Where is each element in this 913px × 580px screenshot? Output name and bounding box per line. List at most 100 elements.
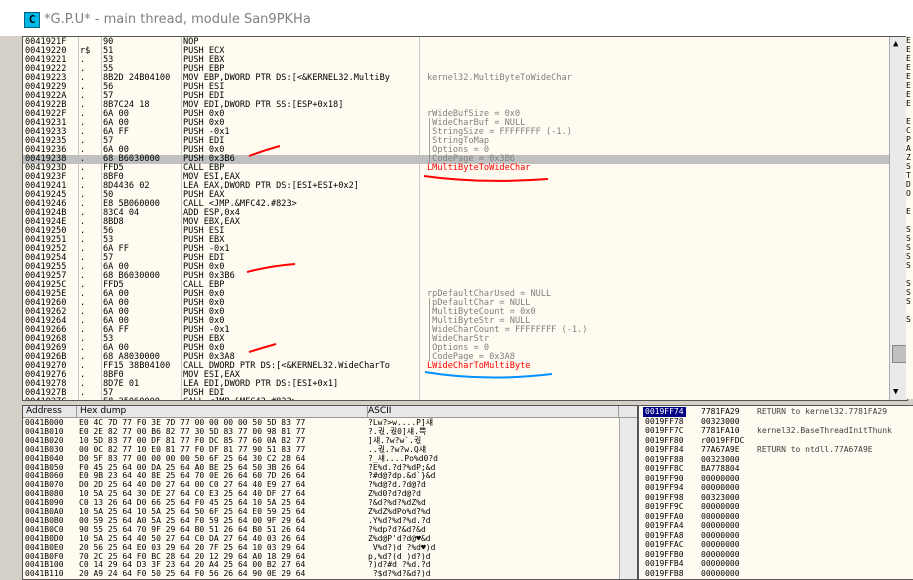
- disassembly-row[interactable]: 00419252. 6A FF PUSH -0x1: [23, 245, 889, 254]
- dump-hex-cell: 00 59 25 64 A0 5A 25 64 F0 59 25 64 00 9…: [79, 515, 306, 525]
- disassembly-row[interactable]: 00419270. FF15 38B04100 CALL DWORD PTR DS:…: [23, 362, 889, 371]
- disassembly-row[interactable]: 00419254. 57 PUSH EDI: [23, 254, 889, 263]
- disassembly-row[interactable]: 00419220 r$ 51 PUSH ECX: [23, 47, 889, 56]
- stack-address-cell: 0019FFAC: [645, 540, 684, 549]
- register-label: S: [906, 315, 911, 324]
- disassembly-row[interactable]: 0041927C. E8 25060000 CALL <JMP.&MFC42.#82…: [23, 398, 889, 401]
- dump-hex-cell: C0 14 29 64 D3 3F 23 64 20 A4 25 64 00 B…: [79, 560, 306, 570]
- stack-address-cell: 0019FFA4: [645, 521, 684, 530]
- stack-row[interactable]: 0019FFA8 00000000: [639, 531, 913, 541]
- dump-address-cell: 0041B060: [25, 471, 64, 481]
- stack-row[interactable]: 0019FFAC 00000000: [639, 540, 913, 550]
- disassembly-row[interactable]: 00419276. 8BF0 MOV ESI,EAX: [23, 371, 889, 380]
- register-label: [906, 198, 913, 207]
- dump-hex-header[interactable]: Hex dump: [77, 406, 368, 417]
- dump-ascii-cell: ?%dp?d?&d?&d: [368, 524, 426, 534]
- dump-hex-cell: 90 55 25 64 70 9F 29 64 B0 51 26 64 B0 5…: [79, 524, 306, 534]
- stack-row[interactable]: 0019FF90 00000000: [639, 474, 913, 484]
- disassembly-row[interactable]: 00419257. 68 B6030000 PUSH 0x3B6: [23, 272, 889, 281]
- stack-row[interactable]: 0019FFA4 00000000: [639, 521, 913, 531]
- stack-row[interactable]: 0019FF74 7781FA29 RETURN to kernel32.7781F…: [639, 407, 913, 417]
- register-label: [906, 270, 913, 279]
- stack-value-cell: 7781FA10: [701, 426, 740, 435]
- stack-row[interactable]: 0019FFB8 00000000: [639, 569, 913, 579]
- dump-ascii-header[interactable]: ASCII: [365, 406, 619, 417]
- register-label: [906, 333, 913, 342]
- register-label: E: [906, 99, 911, 108]
- register-label: S: [906, 279, 911, 288]
- branch-marker: .: [80, 398, 85, 401]
- scrollbar-thumb[interactable]: [892, 345, 907, 363]
- stack-pane[interactable]: 0019FF74 7781FA29 RETURN to kernel32.7781F…: [638, 405, 913, 580]
- scroll-up-arrow-icon[interactable]: ▲: [893, 39, 898, 49]
- stack-address-cell: 0019FF98: [645, 492, 684, 502]
- disassembly-row[interactable]: 00419229. 56 PUSH ESI: [23, 83, 889, 92]
- disassembly-row[interactable]: 00419251. 53 PUSH EBX: [23, 236, 889, 245]
- register-label: S: [906, 225, 911, 234]
- dump-ascii-cell: ..궋.?w?w.Q섀: [368, 444, 427, 454]
- register-label: O: [906, 189, 911, 198]
- disassembly-row[interactable]: 00419223. 8B2D 24B04100 MOV EBP,DWORD PTR …: [23, 74, 889, 83]
- address-cell: 0041927C: [25, 398, 66, 401]
- stack-value-cell: 00000000: [701, 502, 740, 511]
- stack-value-cell: 00000000: [701, 473, 740, 483]
- stack-row[interactable]: 0019FFB4 00000000: [639, 559, 913, 569]
- dump-ascii-cell: ?Lw?>w....P]섀: [368, 418, 434, 427]
- disassembly-row[interactable]: 00419241. 8D4436 02 LEA EAX,DWORD PTR DS:[…: [23, 182, 889, 191]
- stack-row[interactable]: 0019FF88 00323000: [639, 455, 913, 465]
- disassembly-row[interactable]: 00419250. 56 PUSH ESI: [23, 227, 889, 236]
- disassembly-row[interactable]: 0041921F 90 NOP: [23, 38, 889, 47]
- disassembly-row[interactable]: 0041923F. 8BF0 MOV ESI,EAX: [23, 173, 889, 182]
- disassembly-row[interactable]: 00419246. E8 5B060000 CALL <JMP.&MFC42.#82…: [23, 200, 889, 209]
- dump-hex-cell: C0 13 26 64 D0 66 25 64 F0 45 25 64 10 5…: [79, 498, 306, 508]
- hex-bytes-cell: E8 25060000: [103, 398, 160, 401]
- disassembly-row[interactable]: 00419221. 53 PUSH EBX: [23, 56, 889, 65]
- register-label: [906, 360, 913, 369]
- stack-row[interactable]: 0019FF78 00323000: [639, 417, 913, 427]
- dump-address-cell: 0041B050: [25, 462, 64, 472]
- stack-address-cell: 0019FFB0: [645, 549, 684, 559]
- instruction-cell: CALL <JMP.&MFC42.#823>: [183, 398, 297, 401]
- dump-ascii-cell: Z%d0?d?d@?d: [368, 489, 421, 499]
- stack-row[interactable]: 0019FF8C BA778804: [639, 464, 913, 474]
- register-label: S: [906, 288, 911, 297]
- hex-dump-pane[interactable]: Address Hex dump ASCII 0041B000 E0 4C 7D …: [22, 405, 638, 580]
- stack-row[interactable]: 0019FF98 00323000: [639, 493, 913, 503]
- stack-row[interactable]: 0019FF7C 7781FA10 kernel32.BaseThreadInitT…: [639, 426, 913, 436]
- dump-ascii-cell: ?#d@?dp.&d`}&d: [368, 471, 436, 481]
- stack-value-cell: 00000000: [701, 521, 740, 530]
- disassembly-row[interactable]: 0041922A. 57 PUSH EDI: [23, 92, 889, 101]
- register-label: S: [906, 297, 911, 306]
- dump-scrollbar[interactable]: [619, 418, 637, 579]
- dump-address-header[interactable]: Address: [23, 406, 77, 417]
- dump-address-cell: 0041B0D0: [25, 533, 64, 543]
- dump-ascii-cell: ?%d@?d.?d@?d: [368, 480, 426, 490]
- register-label: [906, 306, 913, 315]
- disassembly-row[interactable]: 0041924B. 83C4 04 ADD ESP,0x4: [23, 209, 889, 218]
- dump-hex-cell: 20 A9 24 64 F0 50 25 64 F0 56 26 64 90 0…: [79, 569, 306, 579]
- stack-address-cell: 0019FF9C: [645, 502, 684, 511]
- stack-row[interactable]: 0019FFA0 00000000: [639, 512, 913, 522]
- stack-row[interactable]: 0019FF9C 00000000: [639, 502, 913, 512]
- registers-pane[interactable]: EEEEEEEEECPAZSTDOESSSSSSSSS: [906, 36, 913, 399]
- stack-comment-cell: RETURN to kernel32.7781FA29: [757, 407, 888, 416]
- stack-value-cell: BA778804: [701, 464, 740, 473]
- stack-value-cell: 00000000: [701, 568, 740, 578]
- stack-value-cell: 00000000: [701, 549, 740, 559]
- dump-ascii-cell: p,%d?(d )d?)d: [368, 551, 431, 561]
- stack-address-cell: 0019FF7C: [645, 426, 684, 435]
- dump-ascii-cell: Z%dZ%dPo%d?%d: [368, 507, 431, 516]
- stack-value-cell: 00323000: [701, 416, 740, 426]
- stack-row[interactable]: 0019FF94 00000000: [639, 483, 913, 493]
- disassembly-pane[interactable]: ▲ ▼ 0041921F 90 NOP 00419220 r$ 51 PUSH ECX 004…: [22, 36, 908, 401]
- disassembly-row[interactable]: 0041924E. 8BD8 MOV EBX,EAX: [23, 218, 889, 227]
- disassembly-row[interactable]: 0041923D. FFD5 CALL EBP LMultiByteToWideCha…: [23, 164, 889, 173]
- dump-hex-cell: 10 5A 25 64 40 50 27 64 C0 DA 27 64 40 0…: [79, 533, 306, 543]
- stack-row[interactable]: 0019FF84 77A67A9E RETURN to ntdll.77A67A9E: [639, 445, 913, 455]
- dump-address-cell: 0041B030: [25, 444, 64, 454]
- stack-row[interactable]: 0019FF80 r0019FFDC: [639, 436, 913, 446]
- register-label: [906, 342, 913, 351]
- stack-row[interactable]: 0019FFB0 00000000: [639, 550, 913, 560]
- disassembly-row[interactable]: 00419278. 8D7E 01 LEA EDI,DWORD PTR DS:[ES…: [23, 380, 889, 389]
- scroll-down-arrow-icon[interactable]: ▼: [893, 387, 898, 397]
